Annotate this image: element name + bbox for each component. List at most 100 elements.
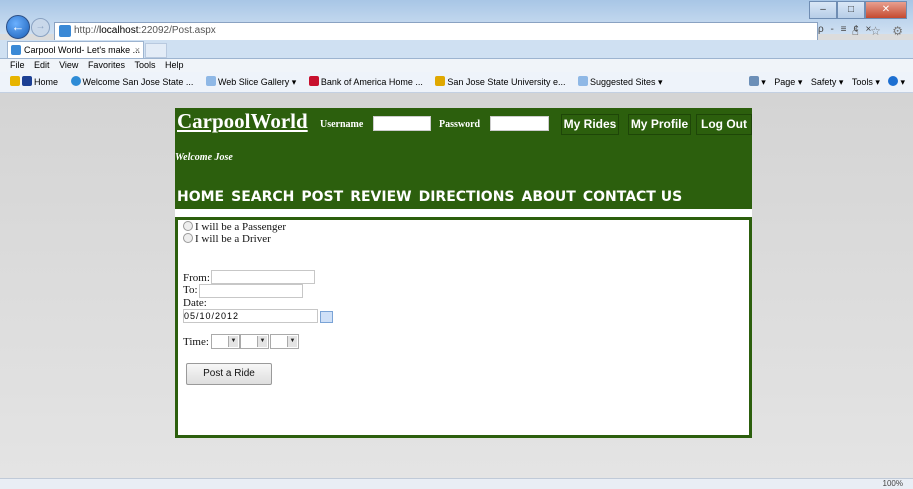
page-menu[interactable]: Page ▾ bbox=[774, 77, 802, 87]
new-tab-button[interactable] bbox=[145, 43, 167, 58]
tab-title: Carpool World- Let's make ... bbox=[24, 45, 141, 55]
driver-label: I will be a Driver bbox=[195, 233, 271, 245]
favorites-star-icon bbox=[10, 76, 20, 86]
home-menu-button[interactable]: ▾ bbox=[749, 76, 766, 87]
browser-title-bar: – □ ✕ ← → http://localhost:22092/Post.as… bbox=[0, 0, 913, 41]
ie-tab-icon bbox=[11, 45, 21, 55]
chevron-down-icon: ▼ bbox=[228, 336, 238, 347]
calendar-icon[interactable] bbox=[320, 311, 333, 323]
tab-carpool-world[interactable]: Carpool World- Let's make ... × bbox=[7, 41, 144, 58]
status-bar: 100% bbox=[0, 478, 913, 489]
ie-page-icon bbox=[59, 25, 71, 37]
nav-contact-us[interactable]: CONTACT US bbox=[583, 189, 682, 205]
nav-about[interactable]: ABOUT bbox=[522, 189, 576, 205]
password-label: Password bbox=[439, 119, 481, 130]
date-label: Date: bbox=[183, 297, 207, 309]
username-label: Username bbox=[320, 119, 364, 130]
url-prefix: http:// bbox=[74, 25, 100, 36]
passenger-radio[interactable] bbox=[183, 221, 193, 231]
menu-file[interactable]: File bbox=[10, 60, 25, 70]
tab-strip: Carpool World- Let's make ... × bbox=[0, 40, 913, 59]
help-menu-arrow: ▾ bbox=[900, 77, 905, 87]
fav-sjsu[interactable]: San Jose State University e... bbox=[435, 72, 565, 92]
header-spacer bbox=[175, 209, 752, 217]
time-hour-select[interactable]: ▼ bbox=[211, 334, 240, 349]
fav-label: Bank of America Home ... bbox=[320, 77, 423, 87]
fav-suggested-sites[interactable]: Suggested Sites ▾ bbox=[577, 72, 663, 92]
menu-bar: File Edit View Favorites Tools Help bbox=[0, 59, 913, 72]
to-label: To: bbox=[183, 284, 198, 296]
fav-label: Welcome San Jose State ... bbox=[82, 77, 194, 87]
home-menu-arrow: ▾ bbox=[761, 77, 766, 87]
sjsu-icon bbox=[435, 76, 446, 86]
fav-label: San Jose State University e... bbox=[447, 77, 566, 87]
main-nav: HOME SEARCH POST REVIEW DIRECTIONS ABOUT CONTA… bbox=[177, 189, 689, 205]
to-input[interactable] bbox=[199, 284, 303, 298]
minimize-button[interactable]: – bbox=[809, 1, 837, 19]
url-path: :22092/Post.aspx bbox=[138, 25, 216, 36]
web-slice-icon bbox=[205, 76, 216, 86]
time-label: Time: bbox=[183, 336, 209, 348]
menu-tools[interactable]: Tools bbox=[134, 60, 155, 70]
back-button[interactable]: ← bbox=[6, 15, 30, 39]
page-viewport: CarpoolWorld Username Password My Rides … bbox=[0, 93, 913, 478]
passenger-option[interactable]: I will be a Passenger bbox=[183, 221, 286, 233]
site-logo[interactable]: CarpoolWorld bbox=[177, 109, 308, 134]
menu-favorites[interactable]: Favorites bbox=[88, 60, 125, 70]
log-out-button[interactable]: Log Out bbox=[696, 114, 752, 135]
carpoolworld-site: CarpoolWorld Username Password My Rides … bbox=[175, 108, 752, 438]
from-label: From: bbox=[183, 272, 210, 284]
fav-label: Web Slice Gallery ▾ bbox=[217, 77, 297, 87]
passenger-label: I will be a Passenger bbox=[195, 221, 287, 233]
driver-option[interactable]: I will be a Driver bbox=[183, 233, 271, 245]
my-profile-button[interactable]: My Profile bbox=[628, 114, 691, 135]
time-ampm-select[interactable]: ▼ bbox=[270, 334, 299, 349]
b-icon bbox=[22, 76, 32, 86]
nav-home[interactable]: HOME bbox=[177, 189, 224, 205]
close-window-button[interactable]: ✕ bbox=[865, 1, 907, 19]
fav-bank-of-america[interactable]: Bank of America Home ... bbox=[308, 72, 423, 92]
nav-search[interactable]: SEARCH bbox=[231, 189, 294, 205]
post-a-ride-button[interactable]: Post a Ride bbox=[186, 363, 272, 385]
home-favorites-settings-icons[interactable]: ⌂ ☆ ⚙ bbox=[852, 24, 907, 38]
fav-web-slice[interactable]: Web Slice Gallery ▾ bbox=[205, 72, 297, 92]
window-controls: – □ ✕ bbox=[809, 1, 907, 19]
fav-home[interactable]: Home bbox=[10, 72, 58, 92]
driver-radio[interactable] bbox=[183, 233, 193, 243]
menu-edit[interactable]: Edit bbox=[34, 60, 50, 70]
fav-label: Suggested Sites ▾ bbox=[589, 77, 663, 87]
tab-close-icon[interactable]: × bbox=[135, 42, 140, 58]
nav-post[interactable]: POST bbox=[301, 189, 343, 205]
fav-welcome-sjsu[interactable]: Welcome San Jose State ... bbox=[70, 72, 194, 92]
suggested-sites-icon bbox=[577, 76, 588, 86]
zoom-level[interactable]: 100% bbox=[883, 479, 903, 488]
globe-icon bbox=[70, 76, 81, 86]
fav-label: Home bbox=[34, 77, 59, 87]
command-bar: ▾ Page ▾ Safety ▾ Tools ▾ ▾ bbox=[749, 72, 905, 92]
username-input[interactable] bbox=[373, 116, 431, 131]
menu-view[interactable]: View bbox=[59, 60, 78, 70]
from-input[interactable] bbox=[211, 270, 315, 284]
post-ride-form: I will be a Passenger I will be a Driver… bbox=[175, 217, 752, 438]
nav-review[interactable]: REVIEW bbox=[350, 189, 411, 205]
help-menu[interactable]: ▾ bbox=[888, 76, 905, 87]
safety-menu[interactable]: Safety ▾ bbox=[811, 77, 844, 87]
address-bar[interactable]: http://localhost:22092/Post.aspx bbox=[54, 22, 818, 41]
date-input[interactable] bbox=[183, 309, 318, 323]
nav-directions[interactable]: DIRECTIONS bbox=[419, 189, 515, 205]
help-icon bbox=[888, 76, 899, 86]
password-input[interactable] bbox=[490, 116, 549, 131]
boa-icon bbox=[308, 76, 319, 86]
maximize-button[interactable]: □ bbox=[837, 1, 865, 19]
chevron-down-icon: ▼ bbox=[287, 336, 297, 347]
time-minute-select[interactable]: ▼ bbox=[240, 334, 269, 349]
home-icon bbox=[749, 76, 760, 86]
chevron-down-icon: ▼ bbox=[257, 336, 267, 347]
favorites-bar: Home Welcome San Jose State ... Web Slic… bbox=[0, 72, 913, 93]
welcome-message: Welcome Jose bbox=[175, 152, 233, 163]
menu-help[interactable]: Help bbox=[165, 60, 184, 70]
tools-menu[interactable]: Tools ▾ bbox=[852, 77, 880, 87]
site-header: CarpoolWorld Username Password My Rides … bbox=[175, 108, 752, 209]
forward-button[interactable]: → bbox=[31, 18, 50, 37]
my-rides-button[interactable]: My Rides bbox=[561, 114, 619, 135]
